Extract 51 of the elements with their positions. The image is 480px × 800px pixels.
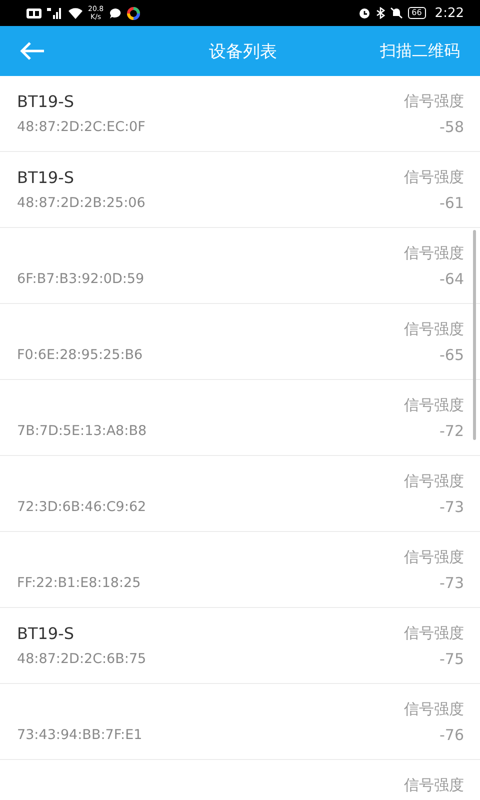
mac-address: 73:43:94:BB:7F:E1 [17,726,144,742]
signal-label: 信号强度 [404,624,464,643]
signal-value: -76 [438,726,464,744]
signal-label: 信号强度 [404,396,464,415]
signal-label: 信号强度 [404,244,464,263]
device-row[interactable]: 72:3D:6B:46:C9:62 信号强度 -73 [0,456,480,532]
alarm-icon [358,7,371,19]
chat-icon [108,8,122,18]
signal-label: 信号强度 [404,168,464,187]
signal-label: 信号强度 [404,320,464,339]
clock: 2:22 [434,6,464,20]
device-row[interactable]: 73:43:94:BB:7F:E1 信号强度 -76 [0,684,480,760]
scan-qr-button[interactable]: 扫描二维码 [380,40,460,62]
signal-value: -73 [438,498,464,516]
mac-address: 6F:B7:B3:92:0D:59 [17,270,146,286]
device-row[interactable]: FF:22:B1:E8:18:25 信号强度 -73 [0,532,480,608]
back-arrow-icon[interactable] [18,40,46,62]
signal-value: -65 [438,346,464,364]
mac-address: 48:87:2D:2C:EC:0F [17,118,146,134]
mac-address: 72:3D:6B:46:C9:62 [17,498,148,514]
signal-value: -75 [438,650,464,668]
device-row[interactable]: BT19-S 48:87:2D:2B:25:06 信号强度 -61 [0,152,480,228]
signal-label: 信号强度 [404,548,464,567]
signal-label: 信号强度 [404,92,464,111]
mac-address: 48:87:2D:2B:25:06 [17,194,146,210]
signal-label: 信号强度 [404,472,464,491]
signal-label: 信号强度 [404,700,464,719]
wifi-icon [68,7,83,19]
battery-level: 66 [408,7,426,19]
mac-address: 48:87:2D:2C:6B:75 [17,650,148,666]
signal-value: -58 [438,118,464,136]
device-name: BT19-S [17,92,76,111]
mac-address: F0:6E:28:95:25:B6 [17,346,144,362]
mac-address: 7B:7D:5E:13:A8:B8 [17,422,148,438]
device-name: BT19-S [17,168,76,187]
signal-value: -61 [438,194,464,212]
app-icon [126,6,140,20]
hd-icon [26,8,42,18]
device-row[interactable]: 信号强度 [0,760,480,800]
signal-value: -73 [438,574,464,592]
signal-label: 信号强度 [404,776,464,795]
signal-icon [47,7,63,19]
signal-value: -72 [438,422,464,440]
mac-address: FF:22:B1:E8:18:25 [17,574,142,590]
bluetooth-icon [376,7,385,19]
signal-value: -64 [438,270,464,288]
muted-bell-icon [390,7,403,19]
device-name: BT19-S [17,624,76,643]
device-row[interactable]: BT19-S 48:87:2D:2C:EC:0F 信号强度 -58 [0,76,480,152]
page-title: 设备列表 [208,40,278,62]
device-row[interactable]: BT19-S 48:87:2D:2C:6B:75 信号强度 -75 [0,608,480,684]
